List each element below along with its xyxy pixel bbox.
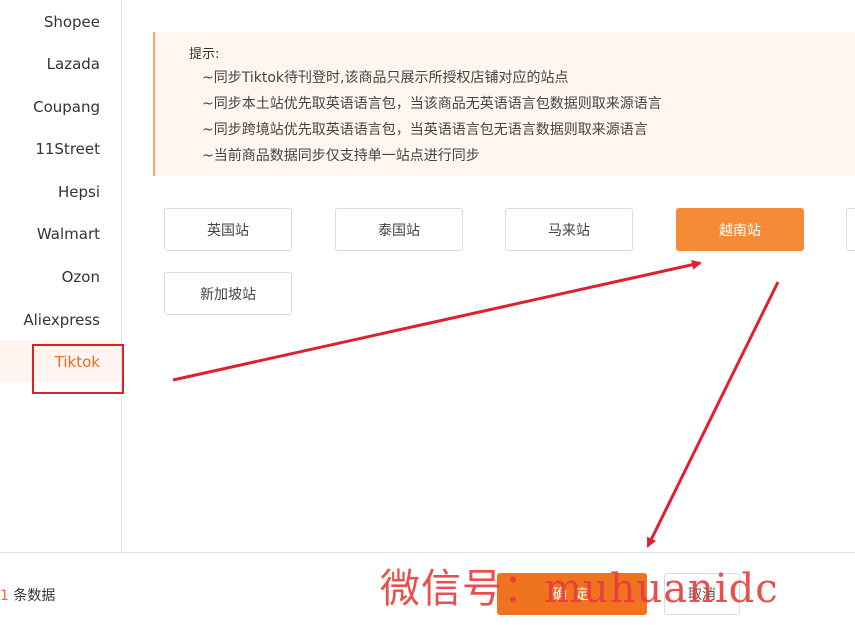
notice-line: ~同步跨境站优先取英语语言包，当英语语言包无语言数据则取来源语言 xyxy=(202,122,648,138)
cancel-button[interactable]: 取消 xyxy=(664,573,740,615)
data-count-label: 条数据 xyxy=(8,588,56,604)
sidebar-item-shopee[interactable]: Shopee xyxy=(44,13,100,31)
data-count: 1 条数据 xyxy=(0,585,55,605)
notice-line: ~当前商品数据同步仅支持单一站点进行同步 xyxy=(202,148,480,164)
sidebar-item-11street[interactable]: 11Street xyxy=(35,140,100,158)
tiktok-highlight-frame xyxy=(32,344,124,394)
site-button-thailand[interactable]: 泰国站 xyxy=(335,208,463,251)
confirm-button[interactable]: 确 定 xyxy=(497,573,647,615)
footer-bar: 1 条数据 确 定 取消 xyxy=(0,552,855,625)
notice-line: ~同步本土站优先取英语语言包，当该商品无英语语言包数据则取来源语言 xyxy=(202,96,662,112)
sidebar-item-hepsi[interactable]: Hepsi xyxy=(58,183,100,201)
sidebar-item-lazada[interactable]: Lazada xyxy=(47,55,100,73)
notice-line: ~同步Tiktok待刊登时,该商品只展示所授权店铺对应的站点 xyxy=(202,70,569,86)
notice-title: 提示: xyxy=(189,47,220,62)
notice-box: 提示: ~同步Tiktok待刊登时,该商品只展示所授权店铺对应的站点 ~同步本土… xyxy=(153,32,855,176)
site-button-vietnam[interactable]: 越南站 xyxy=(676,208,804,251)
sidebar-item-ozon[interactable]: Ozon xyxy=(62,268,100,286)
arrow-to-confirm-button xyxy=(646,281,780,548)
sidebar-item-coupang[interactable]: Coupang xyxy=(33,98,100,116)
site-button-next-partial[interactable] xyxy=(846,208,855,251)
platform-sidebar: Shopee Lazada Coupang 11Street Hepsi Wal… xyxy=(0,0,122,552)
sidebar-item-walmart[interactable]: Walmart xyxy=(37,225,100,243)
site-button-singapore[interactable]: 新加坡站 xyxy=(164,272,292,315)
data-count-number: 1 xyxy=(0,588,9,604)
site-button-malaysia[interactable]: 马来站 xyxy=(505,208,633,251)
site-button-uk[interactable]: 英国站 xyxy=(164,208,292,251)
sidebar-item-aliexpress[interactable]: Aliexpress xyxy=(23,311,100,329)
